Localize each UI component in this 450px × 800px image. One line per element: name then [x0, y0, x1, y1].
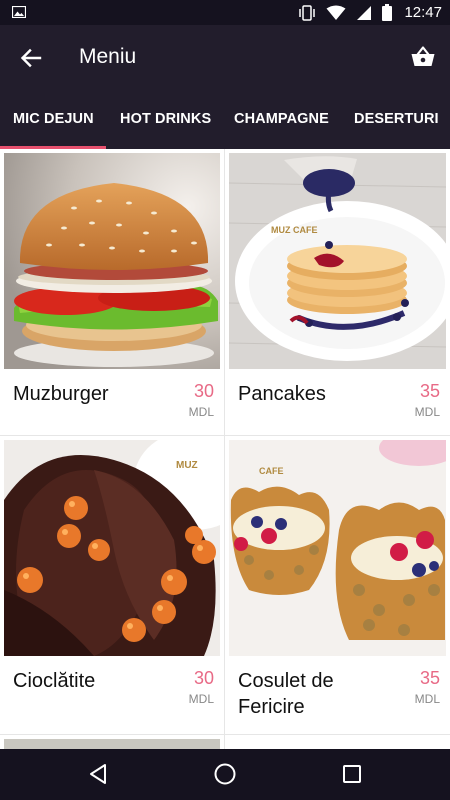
app-bar: Meniu: [0, 25, 450, 90]
tab-mic-dejun[interactable]: MIC DEJUN: [13, 90, 94, 149]
product-price: 30: [193, 381, 214, 401]
home-circle-icon[interactable]: [213, 762, 237, 786]
product-currency: MDL: [414, 692, 440, 706]
back-triangle-icon[interactable]: [86, 762, 110, 786]
signal-icon: [357, 5, 372, 20]
product-card-pancakes[interactable]: MUZ CAFE Pancakes 35 MDL: [225, 149, 450, 435]
tab-hot-drinks[interactable]: HOT DRINKS: [120, 90, 211, 149]
plate-logo: MUZ: [176, 460, 198, 471]
product-price: 35: [419, 668, 440, 688]
clock: 12:47: [404, 4, 442, 21]
vibrate-icon: [299, 4, 316, 21]
product-card-partial[interactable]: [0, 735, 224, 749]
arrow-left-icon[interactable]: [18, 45, 44, 71]
product-name: Muzburger: [13, 383, 109, 405]
product-photo-pancakes: MUZ CAFE: [229, 153, 446, 369]
system-nav-bar: [0, 749, 450, 800]
status-bar: 12:47: [0, 0, 450, 25]
product-currency: MDL: [188, 692, 214, 706]
tab-deserturi[interactable]: DESERTURI: [354, 90, 439, 149]
product-price: 35: [419, 381, 440, 401]
product-photo-crepes: MUZ: [4, 440, 220, 656]
recents-square-icon[interactable]: [340, 762, 364, 786]
product-name: Cioclătite: [13, 670, 96, 692]
product-photo-partial: [4, 739, 220, 749]
page-title: Meniu: [79, 45, 137, 68]
tab-champagne[interactable]: CHAMPAGNE: [234, 90, 329, 149]
product-currency: MDL: [188, 405, 214, 419]
product-currency: MDL: [414, 405, 440, 419]
image-icon: [12, 6, 26, 18]
category-tabs: MIC DEJUN HOT DRINKS CHAMPAGNE DESERTURI: [0, 90, 450, 149]
product-card-muzburger[interactable]: Muzburger 30 MDL: [0, 149, 224, 435]
product-card-partial[interactable]: [225, 735, 450, 749]
product-grid: Muzburger 30 MDL MUZ CAFE Pancakes 35 MD…: [0, 149, 450, 749]
plate-logo: MUZ CAFE: [271, 225, 318, 235]
wifi-icon: [326, 5, 346, 20]
product-photo-burger: [4, 153, 220, 369]
product-price: 30: [193, 668, 214, 688]
product-card-cosulet-de-fericire[interactable]: CAFE Cosulet de Fericire 35 MDL: [225, 436, 450, 734]
product-name: Cosulet de Fericire: [238, 670, 334, 718]
product-photo-basket: CAFE: [229, 440, 446, 656]
status-icons: 12:47: [298, 0, 442, 25]
product-card-cioclatite[interactable]: MUZ Cioclătite 30 MDL: [0, 436, 224, 734]
product-name: Pancakes: [238, 383, 326, 405]
plate-logo: CAFE: [259, 466, 284, 476]
battery-icon: [382, 4, 393, 21]
basket-icon[interactable]: [410, 44, 436, 70]
